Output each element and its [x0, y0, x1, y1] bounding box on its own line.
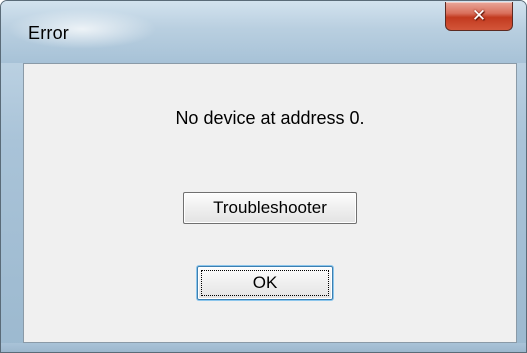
error-message: No device at address 0.: [175, 108, 365, 128]
title-bar[interactable]: Error ✕: [1, 1, 526, 63]
close-button[interactable]: ✕: [445, 2, 513, 31]
window-title: Error: [28, 23, 69, 43]
close-icon: ✕: [471, 6, 487, 26]
window-bottom-border: [1, 343, 526, 352]
ok-button-label: OK: [252, 273, 278, 292]
ok-button[interactable]: OK: [197, 266, 333, 300]
error-dialog-window: Error ✕ No device at address 0. Troubles…: [0, 0, 527, 353]
troubleshooter-button-label: Troubleshooter: [213, 198, 327, 217]
troubleshooter-button[interactable]: Troubleshooter: [183, 192, 357, 224]
dialog-client-area: No device at address 0. Troubleshooter O…: [23, 63, 517, 343]
